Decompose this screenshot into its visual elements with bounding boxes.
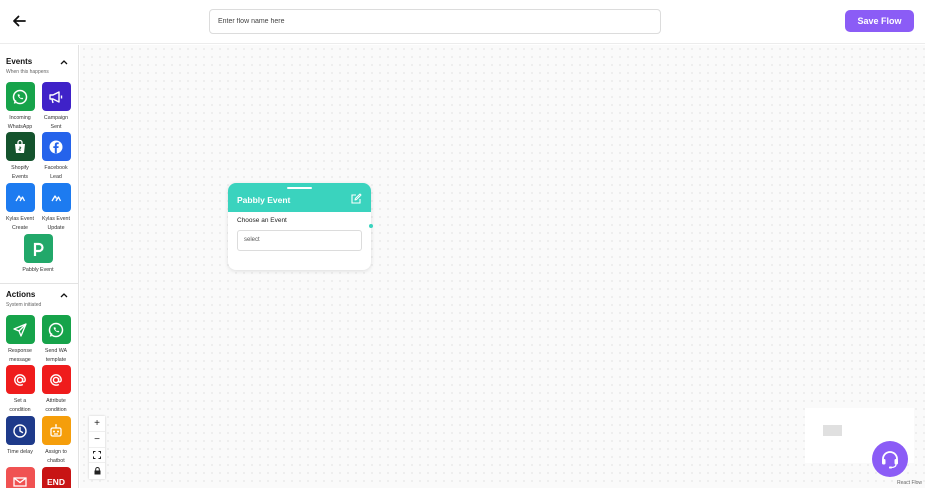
- drag-handle[interactable]: [287, 187, 312, 189]
- event-pabbly[interactable]: Pabbly Event: [21, 234, 55, 275]
- output-handle[interactable]: [369, 224, 373, 228]
- event-select[interactable]: select: [237, 230, 362, 251]
- whatsapp-icon: [5, 82, 35, 111]
- tile-label: Attribute condition: [45, 398, 67, 413]
- action-end[interactable]: END: [39, 467, 73, 488]
- at-sign-icon: [5, 365, 35, 394]
- flow-name-input[interactable]: [209, 9, 661, 34]
- back-arrow-icon[interactable]: [10, 12, 28, 30]
- event-kylas-create[interactable]: Kylas Event Create: [3, 183, 37, 232]
- event-incoming-whatsapp[interactable]: Incoming WhatsApp: [3, 82, 37, 131]
- megaphone-icon: [41, 82, 71, 111]
- tile-label: Response message: [8, 348, 32, 363]
- chevron-up-icon[interactable]: [60, 59, 68, 65]
- events-section-title: Events: [6, 57, 33, 66]
- actions-section-title: Actions: [6, 290, 36, 299]
- tile-label: Kylas Event Update: [42, 216, 70, 231]
- actions-section-subtitle: System initiated: [6, 302, 42, 308]
- zoom-in-button[interactable]: +: [89, 416, 105, 432]
- zoom-out-button[interactable]: −: [89, 432, 105, 448]
- fit-view-icon: [93, 450, 101, 459]
- event-facebook-lead[interactable]: Facebook Lead: [39, 132, 73, 181]
- tile-label: Time delay: [7, 449, 33, 455]
- minus-icon: −: [94, 433, 100, 445]
- mail-icon: [5, 467, 35, 488]
- headset-icon: [882, 451, 898, 469]
- pabbly-icon: [23, 234, 53, 263]
- robot-icon: [41, 416, 71, 445]
- lock-icon: [94, 467, 100, 475]
- tile-label: Assign to chatbot: [45, 449, 67, 464]
- fit-view-button[interactable]: [89, 448, 105, 464]
- flow-canvas[interactable]: [80, 45, 925, 488]
- lock-button[interactable]: [89, 463, 105, 479]
- action-send-email[interactable]: [3, 467, 37, 488]
- tile-label: Campaign Sent: [43, 115, 69, 130]
- clock-icon: [5, 416, 35, 445]
- edit-icon[interactable]: [350, 193, 362, 205]
- tile-label: Kylas Event Create: [6, 216, 34, 231]
- kylas-icon: [5, 183, 35, 212]
- events-section-subtitle: When this happens: [6, 69, 49, 75]
- event-kylas-update[interactable]: Kylas Event Update: [39, 183, 73, 232]
- pabbly-event-node[interactable]: Pabbly Event Choose an Event select: [228, 183, 373, 270]
- save-flow-button[interactable]: Save Flow: [845, 10, 914, 32]
- choose-event-label: Choose an Event: [237, 217, 287, 224]
- node-header[interactable]: Pabbly Event: [228, 183, 371, 212]
- top-bar: Save Flow: [0, 0, 925, 44]
- event-shopify[interactable]: Shopify Events: [3, 132, 37, 181]
- action-set-condition[interactable]: Set a condition: [3, 365, 37, 414]
- kylas-icon: [41, 183, 71, 212]
- end-icon: END: [41, 467, 71, 488]
- tile-label: Set a condition: [9, 398, 31, 413]
- shopify-bag-icon: [5, 132, 35, 161]
- action-response-message[interactable]: Response message: [3, 315, 37, 364]
- node-title: Pabbly Event: [237, 195, 291, 205]
- support-chat-button[interactable]: [872, 441, 908, 477]
- canvas-controls: + −: [89, 416, 105, 479]
- action-send-wa-template[interactable]: Send WA template: [39, 315, 73, 364]
- tile-label: Send WA template: [44, 348, 68, 363]
- plus-icon: +: [94, 417, 100, 429]
- event-campaign-sent[interactable]: Campaign Sent: [39, 82, 73, 131]
- tile-label: Pabbly Event: [22, 267, 54, 273]
- sidebar: Events When this happens Incoming WhatsA…: [0, 45, 79, 488]
- send-icon: [5, 315, 35, 344]
- action-attribute-condition[interactable]: Attribute condition: [39, 365, 73, 414]
- react-flow-attribution[interactable]: React Flow: [897, 480, 922, 486]
- minimap-node: [823, 425, 842, 436]
- at-sign-icon: [41, 365, 71, 394]
- chevron-up-icon[interactable]: [60, 292, 68, 298]
- whatsapp-icon: [41, 315, 71, 344]
- action-assign-chatbot[interactable]: Assign to chatbot: [39, 416, 73, 465]
- facebook-icon: [41, 132, 71, 161]
- action-time-delay[interactable]: Time delay: [3, 416, 37, 457]
- tile-label: Incoming WhatsApp: [7, 115, 33, 130]
- tile-label: Shopify Events: [11, 165, 29, 180]
- tile-label: Facebook Lead: [44, 165, 68, 180]
- section-divider: [0, 283, 78, 284]
- end-label: END: [47, 476, 65, 487]
